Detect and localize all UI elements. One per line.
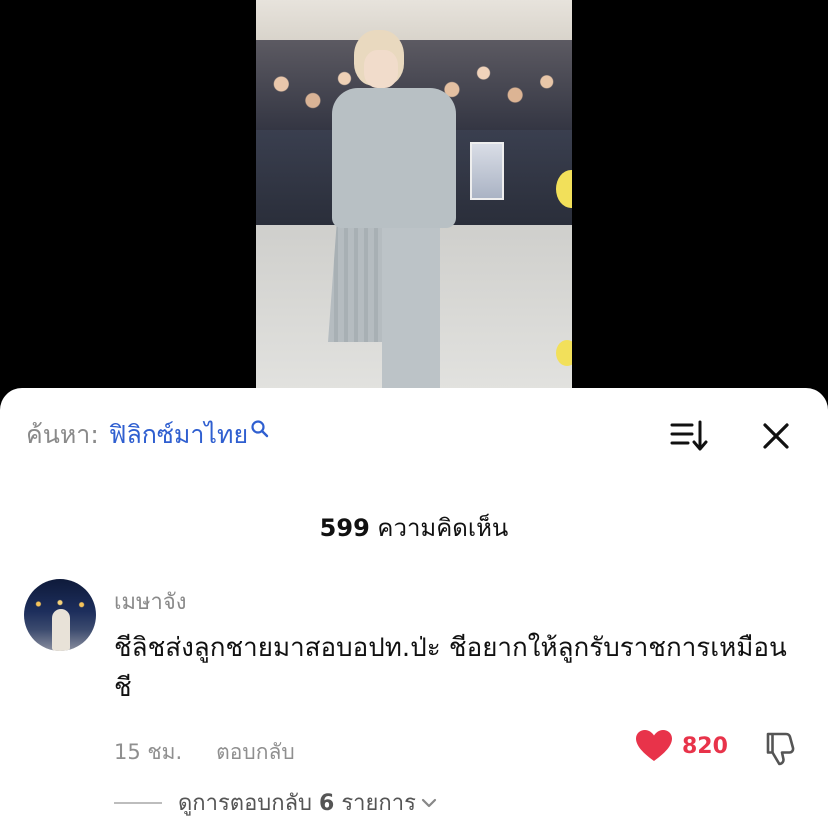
- close-icon[interactable]: [756, 416, 796, 456]
- smiley-sign-small: [556, 340, 572, 366]
- comments-count-label: ความคิดเห็น: [377, 514, 509, 542]
- chevron-down-icon[interactable]: [420, 794, 438, 812]
- comment-text: ชีลิชส่งลูกชายมาสอบอปท.ป่ะ ชีอยากให้ลูกร…: [114, 633, 787, 703]
- view-replies-suffix: รายการ: [341, 791, 416, 816]
- sort-icon[interactable]: [668, 416, 708, 456]
- replies-count: 6: [319, 791, 335, 816]
- person-jacket: [332, 88, 456, 228]
- comments-sheet: ค้นหา: ฟิลิกซ์มาไทย 599 ความคิดเห็น เมษา…: [0, 388, 828, 834]
- poster: [470, 142, 504, 200]
- avatar[interactable]: [24, 579, 96, 651]
- comment-meta: 15 ชม. ตอบกลับ: [114, 736, 295, 769]
- person-face: [364, 50, 398, 88]
- reply-button[interactable]: ตอบกลับ: [216, 736, 295, 769]
- search-prefix: ค้นหา:: [26, 420, 99, 449]
- comments-count-number: 599: [319, 514, 370, 542]
- person-pants: [382, 222, 440, 400]
- view-replies-button[interactable]: ดูการตอบกลับ 6 รายการ: [178, 785, 416, 820]
- comment-username[interactable]: เมษาจัง: [114, 584, 187, 619]
- search-query[interactable]: ฟิลิกซ์มาไทย: [109, 418, 248, 452]
- video-frame[interactable]: [256, 0, 572, 400]
- like-button[interactable]: 820: [636, 730, 728, 762]
- heart-icon[interactable]: [636, 730, 672, 762]
- divider-line: [114, 801, 162, 804]
- comments-count: 599 ความคิดเห็น: [0, 508, 828, 547]
- search-icon[interactable]: [250, 419, 270, 439]
- dislike-icon[interactable]: [760, 728, 800, 768]
- view-replies-row[interactable]: ดูการตอบกลับ 6 รายการ: [114, 785, 438, 820]
- like-count: 820: [682, 733, 728, 759]
- search-bar[interactable]: ค้นหา: ฟิลิกซ์มาไทย: [26, 418, 270, 452]
- view-replies-prefix: ดูการตอบกลับ: [178, 791, 313, 816]
- comment-time: 15 ชม.: [114, 740, 183, 764]
- avatar-person: [52, 609, 70, 651]
